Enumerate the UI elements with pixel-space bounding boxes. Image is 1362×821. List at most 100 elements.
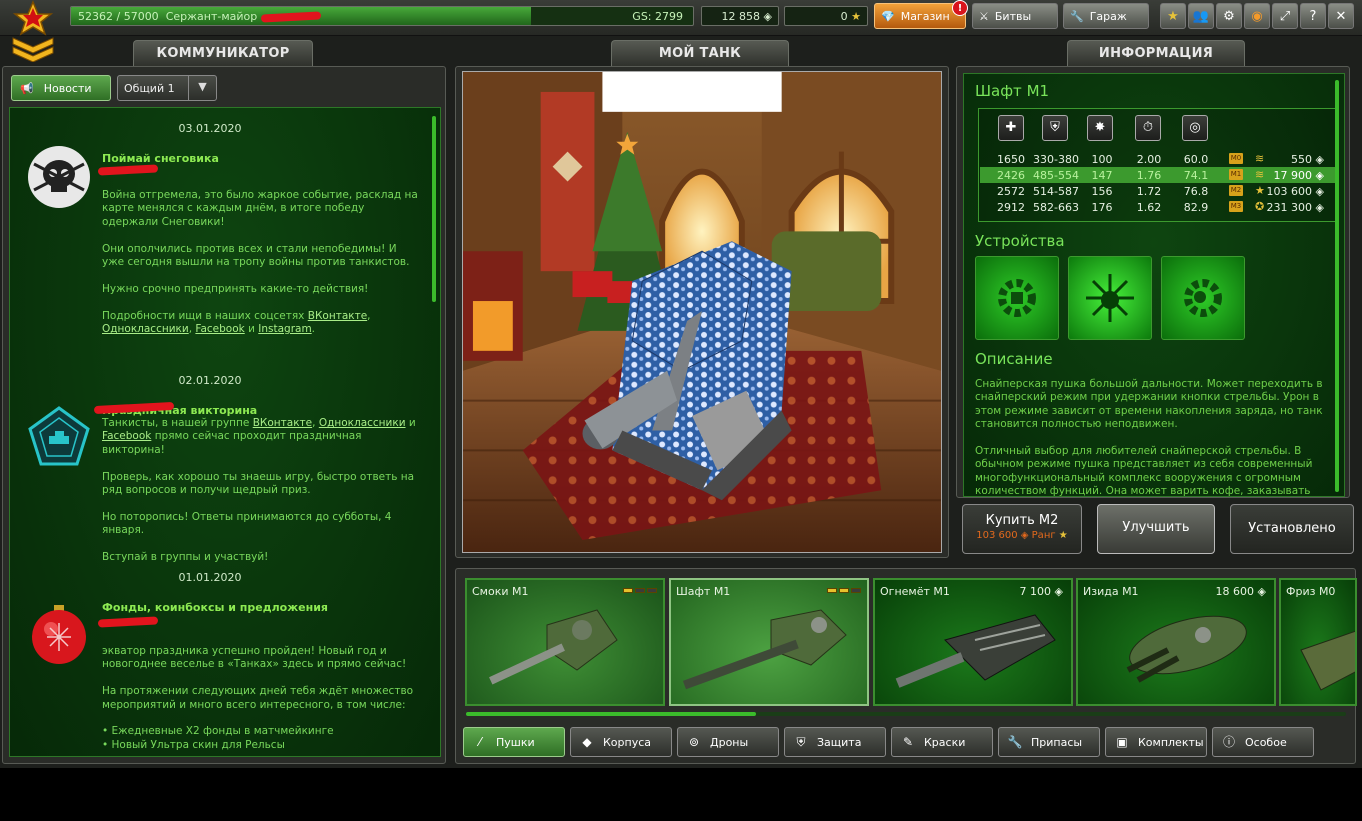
news-date: 03.01.2020	[178, 122, 242, 135]
category-special[interactable]: ⓘ Особое	[1212, 727, 1314, 757]
exclamation-icon: ⓘ	[1222, 735, 1235, 749]
shop-alert-badge: !	[952, 0, 968, 16]
news-title: Фонды, коинбоксы и предложения	[102, 601, 328, 614]
item-card-firebird[interactable]: Огнемёт М1 7 100 ◈	[873, 578, 1073, 706]
vk-link[interactable]: ВКонтакте	[253, 417, 312, 429]
crystal-icon: ◈	[1020, 530, 1029, 541]
impact-icon: ✸	[1087, 115, 1113, 141]
device-slot[interactable]	[1161, 256, 1245, 340]
category-kits[interactable]: ▣ Комплекты	[1105, 727, 1207, 757]
category-drones[interactable]: ⊚ Дроны	[677, 727, 779, 757]
category-protection[interactable]: ⛨ Защита	[784, 727, 886, 757]
skull-emblem-icon	[28, 146, 90, 208]
item-card-smoky[interactable]: Смоки М1	[465, 578, 665, 706]
item-card-isida[interactable]: Изида М1 18 600 ◈	[1076, 578, 1276, 706]
garage-button[interactable]: 🔧 Гараж	[1063, 3, 1149, 29]
chevron-down-icon: ▼	[188, 76, 216, 100]
stats-table: ✚ ⛨ ✸ ⏱ ◎ 1650 330-380 100 2.00 60.0 M0 …	[978, 108, 1338, 222]
stars-counter: 0 ★	[784, 6, 868, 26]
buy-button[interactable]: Купить М2 103 600 ◈ Ранг ★	[962, 504, 1082, 554]
communicator-header: КОММУНИКАТОР	[133, 40, 313, 66]
mod-badge: M1	[1229, 169, 1243, 180]
info-header: ИНФОРМАЦИЯ	[1067, 40, 1245, 66]
diamond-icon: 💎	[881, 9, 895, 23]
stat-row-m1[interactable]: 2426 485-554 147 1.76 74.1 M1 ≋ 17 900 ◈	[980, 167, 1338, 183]
help-icon: ?	[1309, 8, 1317, 24]
stat-row-m2[interactable]: 2572 514-587 156 1.72 76.8 M2 ★ 103 600 …	[980, 183, 1338, 199]
achievements-button[interactable]: ★	[1160, 3, 1186, 29]
facebook-link[interactable]: Facebook	[195, 323, 244, 335]
tank-pentagon-emblem-icon	[28, 406, 90, 466]
smoky-turret-image	[489, 609, 618, 685]
item-card-shaft[interactable]: Шафт М1	[669, 578, 869, 706]
tank-preview-3d[interactable]	[462, 71, 942, 553]
news-body: Война отгремела, это было жаркое событие…	[102, 189, 418, 336]
isida-turret-image	[1126, 615, 1247, 683]
drone-icon: ⊚	[688, 735, 700, 749]
news-body: экватор праздника успешно пройден! Новый…	[102, 645, 420, 752]
battles-button[interactable]: ⚔ Битвы	[972, 3, 1058, 29]
firebird-turret-image	[895, 614, 1056, 688]
installed-button[interactable]: Установлено	[1230, 504, 1354, 554]
stat-row-m0[interactable]: 1650 330-380 100 2.00 60.0 M0 ≋ 550 ◈	[980, 151, 1338, 167]
my-tank-header: МОЙ ТАНК	[611, 40, 789, 66]
friends-button[interactable]: 👥	[1188, 3, 1214, 29]
device-slot[interactable]	[975, 256, 1059, 340]
info-scrollbar[interactable]	[1335, 80, 1339, 492]
gear-score: GS: 2799	[632, 10, 683, 23]
help-button[interactable]: ?	[1300, 3, 1326, 29]
experience-bar: 52362 / 57000 Сержант-майор GS: 2799	[70, 6, 694, 26]
my-tank-panel	[455, 66, 949, 558]
star-icon: ★	[1167, 8, 1179, 24]
category-turrets[interactable]: ⁄ Пушки	[463, 727, 565, 757]
news-date: 01.01.2020	[178, 571, 242, 584]
wrench-icon: 🔧	[1070, 9, 1084, 23]
item-title: Шафт М1	[975, 82, 1050, 100]
crystals-counter: 12 858 ◈	[701, 6, 779, 26]
megaphone-icon: 📢	[20, 81, 34, 95]
news-feed[interactable]: 03.01.2020 Поймай снеговика Война отгрем…	[9, 107, 441, 757]
vk-link[interactable]: ВКонтакте	[308, 310, 367, 322]
crystal-icon: ◈	[1315, 153, 1324, 166]
item-card-freeze[interactable]: Фриз М0	[1279, 578, 1357, 706]
upgrade-button[interactable]: Улучшить	[1097, 504, 1215, 554]
close-button[interactable]: ✕	[1328, 3, 1354, 29]
stat-row-m3[interactable]: 2912 582-663 176 1.62 82.9 M3 ✪ 231 300 …	[980, 199, 1338, 215]
facebook-link[interactable]: Facebook	[102, 430, 151, 442]
category-paints[interactable]: ✎ Краски	[891, 727, 993, 757]
fullscreen-icon: ⤢	[1279, 8, 1291, 24]
christmas-ball-icon	[32, 605, 86, 664]
mod-badge: M3	[1229, 201, 1243, 212]
wrench-icon: 🔧	[1007, 735, 1023, 749]
freeze-turret-image	[1300, 630, 1355, 691]
item-description: Снайперская пушка большой дальности. Мож…	[975, 378, 1323, 497]
news-tab-button[interactable]: 📢 Новости	[11, 75, 111, 101]
news-bullet: • Новый Ультра скин для Рельсы	[102, 738, 285, 751]
sound-button[interactable]: ◉	[1244, 3, 1270, 29]
feed-scrollbar[interactable]	[432, 116, 436, 302]
aim-icon: ◎	[1182, 115, 1208, 141]
info-body[interactable]: Шафт М1 ✚ ⛨ ✸ ⏱ ◎ 1650 330-380 100 2.00 …	[963, 73, 1345, 497]
ok-link[interactable]: Одноклассники	[102, 323, 189, 335]
list-scrollbar[interactable]	[466, 712, 1346, 716]
ok-link[interactable]: Одноклассники	[319, 417, 406, 429]
category-hulls[interactable]: ◆ Корпуса	[570, 727, 672, 757]
description-title: Описание	[975, 350, 1053, 368]
device-burst-icon	[1086, 274, 1134, 322]
communicator-panel: 📢 Новости Общий 1 ▼ 03.01.2020 Поймай снег…	[2, 66, 446, 764]
instagram-link[interactable]: Instagram	[258, 323, 311, 335]
news-date: 02.01.2020	[178, 374, 242, 387]
fullscreen-button[interactable]: ⤢	[1272, 3, 1298, 29]
crystal-icon: ◈	[1315, 201, 1324, 214]
news-bullet: • Ежедневные Х2 фонды в матчмейкинге	[102, 725, 334, 738]
settings-button[interactable]: ⚙	[1216, 3, 1242, 29]
friends-icon: 👥	[1192, 8, 1210, 24]
channel-select[interactable]: Общий 1 ▼	[117, 75, 217, 101]
gear-icon: ⚙	[1223, 8, 1235, 24]
game-window: 52362 / 57000 Сержант-майор GS: 2799 12 …	[0, 0, 1362, 768]
experience-text: 52362 / 57000 Сержант-майор	[78, 10, 322, 23]
device-slot-active[interactable]	[1068, 256, 1152, 340]
crossed-swords-icon: ⚔	[979, 9, 989, 23]
rank-star-icon: ★	[1058, 530, 1068, 541]
category-supplies[interactable]: 🔧 Припасы	[998, 727, 1100, 757]
